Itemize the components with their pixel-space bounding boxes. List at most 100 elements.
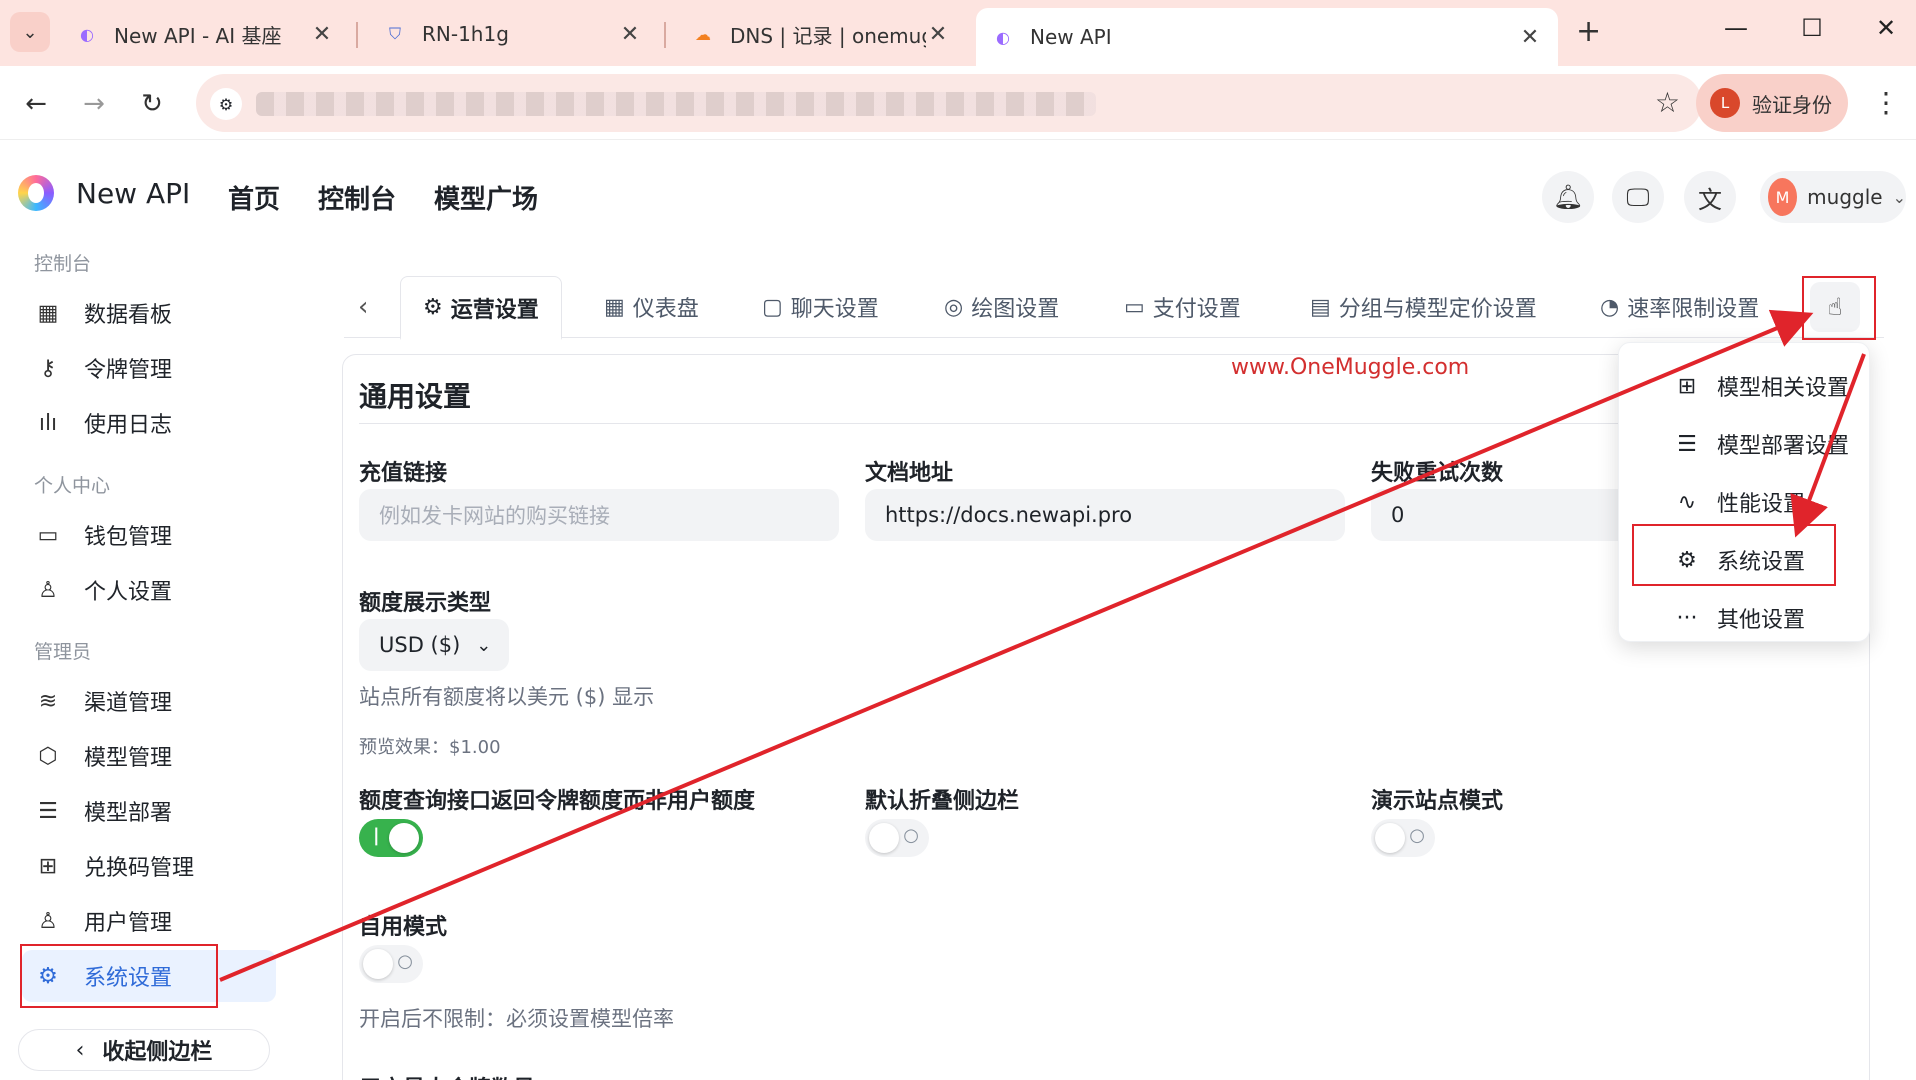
- brand-logo[interactable]: [18, 175, 54, 211]
- menu-item-label: 模型相关设置: [1717, 376, 1850, 401]
- toggle-off-mark: ○: [1409, 825, 1425, 846]
- self-use-toggle[interactable]: ○: [359, 945, 423, 983]
- cloudflare-icon: ☁: [695, 24, 711, 44]
- sidebar-item-logs[interactable]: ılı 使用日志: [22, 397, 276, 449]
- collapse-sidebar-toggle[interactable]: ○: [865, 819, 929, 857]
- more-icon: ···: [1676, 605, 1698, 631]
- collapse-sidebar-button[interactable]: ‹ 收起侧边栏: [18, 1029, 270, 1071]
- back-button[interactable]: ←: [16, 84, 56, 124]
- sidebar-item-deployments[interactable]: ☰ 模型部署: [22, 785, 276, 837]
- tab-label: 运营设置: [450, 297, 539, 323]
- minimize-button[interactable]: —: [1716, 14, 1756, 42]
- tab-search-button[interactable]: ⌄: [10, 12, 50, 52]
- chevron-left-icon: ‹: [75, 1037, 85, 1063]
- nav-home[interactable]: 首页: [228, 179, 280, 216]
- calculator-icon: ▤: [1310, 294, 1331, 320]
- tab-pricing-settings[interactable]: ▤ 分组与模型定价设置: [1310, 276, 1537, 338]
- demo-site-toggle-label: 演示站点模式: [1371, 789, 1504, 814]
- quota-display-select[interactable]: USD ($) ⌄: [359, 619, 509, 671]
- translate-icon[interactable]: 文: [1684, 171, 1736, 223]
- apps-icon: ⊞: [1677, 373, 1697, 399]
- tab-dashboard[interactable]: ▦ 仪表盘: [604, 276, 699, 338]
- palette-icon: ◎: [944, 294, 964, 320]
- reload-button[interactable]: ↻: [132, 84, 172, 124]
- tab-rate-limit-settings[interactable]: ◔ 速率限制设置: [1600, 276, 1759, 338]
- tab-label: 绘图设置: [971, 297, 1060, 322]
- menu-item-deployment-settings[interactable]: ☰ 模型部署设置: [1619, 419, 1871, 469]
- sidebar-item-wallet[interactable]: ▭ 钱包管理: [22, 509, 276, 561]
- watermark-text: www.OneMuggle.com: [1231, 355, 1470, 380]
- toggle-off-mark: ○: [397, 951, 413, 972]
- menu-item-other-settings[interactable]: ··· 其他设置: [1619, 593, 1871, 643]
- browser-tab[interactable]: ◐ New API - AI 基座 ✕: [60, 10, 350, 58]
- annotation-box-more-button: [1802, 276, 1876, 340]
- sidebar-item-profile[interactable]: ♙ 个人设置: [22, 564, 276, 616]
- sidebar-item-label: 渠道管理: [84, 691, 173, 716]
- sidebar-item-models[interactable]: ⬡ 模型管理: [22, 730, 276, 782]
- sidebar-item-dashboard[interactable]: ▦ 数据看板: [22, 287, 276, 339]
- toggle-off-mark: ○: [903, 825, 919, 846]
- maximize-button[interactable]: ☐: [1792, 14, 1832, 42]
- close-icon[interactable]: ✕: [618, 22, 642, 47]
- user-menu[interactable]: M muggle ⌄: [1760, 171, 1906, 223]
- server-icon: ☰: [38, 798, 58, 824]
- window-close-button[interactable]: ✕: [1866, 14, 1906, 42]
- address-bar[interactable]: ⚙ ☆: [196, 74, 1702, 132]
- user-icon: ♙: [38, 908, 58, 934]
- site-info-icon[interactable]: ⚙: [210, 88, 242, 120]
- server-icon: ☰: [1677, 431, 1697, 457]
- user-name: muggle: [1807, 185, 1883, 209]
- tabs-scroll-left-icon[interactable]: ‹: [358, 292, 368, 322]
- sidebar-item-users[interactable]: ♙ 用户管理: [22, 895, 276, 947]
- new-tab-button[interactable]: +: [1576, 14, 1601, 49]
- close-icon[interactable]: ✕: [310, 22, 334, 47]
- more-settings-dropdown: ⊞ 模型相关设置 ☰ 模型部署设置 ∿ 性能设置 ⚙ 系统设置 ··· 其他设置: [1618, 342, 1870, 642]
- tab-operation-settings[interactable]: ⚙ 运营设置: [400, 276, 562, 340]
- close-icon[interactable]: ✕: [926, 22, 950, 47]
- token-quota-toggle[interactable]: |: [359, 819, 423, 857]
- sidebar-item-tokens[interactable]: ⚷ 令牌管理: [22, 342, 276, 394]
- verify-identity-button[interactable]: L 验证身份: [1696, 74, 1848, 132]
- quota-display-label: 额度展示类型: [359, 591, 492, 616]
- tab-label: 速率限制设置: [1627, 297, 1760, 322]
- demo-site-toggle[interactable]: ○: [1371, 819, 1435, 857]
- sidebar-item-redemption[interactable]: ⊞ 兑换码管理: [22, 840, 276, 892]
- shield-icon: ⛉: [388, 24, 401, 43]
- browser-tab[interactable]: ⛉ RN-1h1g ✕: [368, 10, 658, 58]
- brand-name[interactable]: New API: [76, 177, 190, 210]
- wallet-icon: ▭: [37, 522, 59, 548]
- menu-item-model-settings[interactable]: ⊞ 模型相关设置: [1619, 361, 1871, 411]
- monitor-icon[interactable]: 🖵: [1612, 171, 1664, 223]
- tab-drawing-settings[interactable]: ◎ 绘图设置: [944, 276, 1059, 338]
- menu-item-label: 其他设置: [1717, 608, 1806, 633]
- self-use-help: 开启后不限制：必须设置模型倍率: [359, 1007, 674, 1031]
- bar-chart-icon: ılı: [38, 410, 58, 436]
- chevron-down-icon: ⌄: [1892, 187, 1906, 207]
- browser-tab-active[interactable]: ◐ New API ✕: [976, 8, 1558, 66]
- browser-menu-icon[interactable]: ⋮: [1872, 86, 1900, 119]
- toggle-on-mark: |: [373, 825, 380, 846]
- tab-payment-settings[interactable]: ▭ 支付设置: [1124, 276, 1241, 338]
- sidebar-item-channels[interactable]: ≋ 渠道管理: [22, 675, 276, 727]
- menu-item-performance-settings[interactable]: ∿ 性能设置: [1619, 477, 1871, 527]
- newapi-icon: ◐: [996, 27, 1010, 47]
- sidebar-item-label: 钱包管理: [84, 525, 173, 550]
- toggle-knob: [869, 823, 899, 853]
- blurred-url: [256, 92, 1096, 116]
- browser-tab[interactable]: ☁ DNS | 记录 | onemuggle.com ✕: [676, 10, 966, 58]
- chat-icon: ▢: [762, 294, 783, 320]
- annotation-box-system-settings: [1632, 524, 1836, 586]
- bell-icon[interactable]: 🔔︎: [1542, 171, 1594, 223]
- browser-tab-title: DNS | 记录 | onemuggle.com: [730, 23, 926, 48]
- browser-tab-title: New API - AI 基座: [114, 23, 282, 48]
- docs-url-input[interactable]: https://docs.newapi.pro: [865, 489, 1345, 541]
- nav-console[interactable]: 控制台: [318, 179, 396, 216]
- tab-chat-settings[interactable]: ▢ 聊天设置: [762, 276, 879, 338]
- bookmark-star-icon[interactable]: ☆: [1655, 86, 1680, 119]
- forward-button[interactable]: →: [74, 84, 114, 124]
- collapse-sidebar-label: 收起侧边栏: [102, 1040, 213, 1065]
- retry-times-label: 失败重试次数: [1371, 461, 1504, 486]
- nav-model-square[interactable]: 模型广场: [434, 179, 538, 216]
- close-icon[interactable]: ✕: [1518, 25, 1542, 50]
- topup-link-input[interactable]: 例如发卡网站的购买链接: [359, 489, 839, 541]
